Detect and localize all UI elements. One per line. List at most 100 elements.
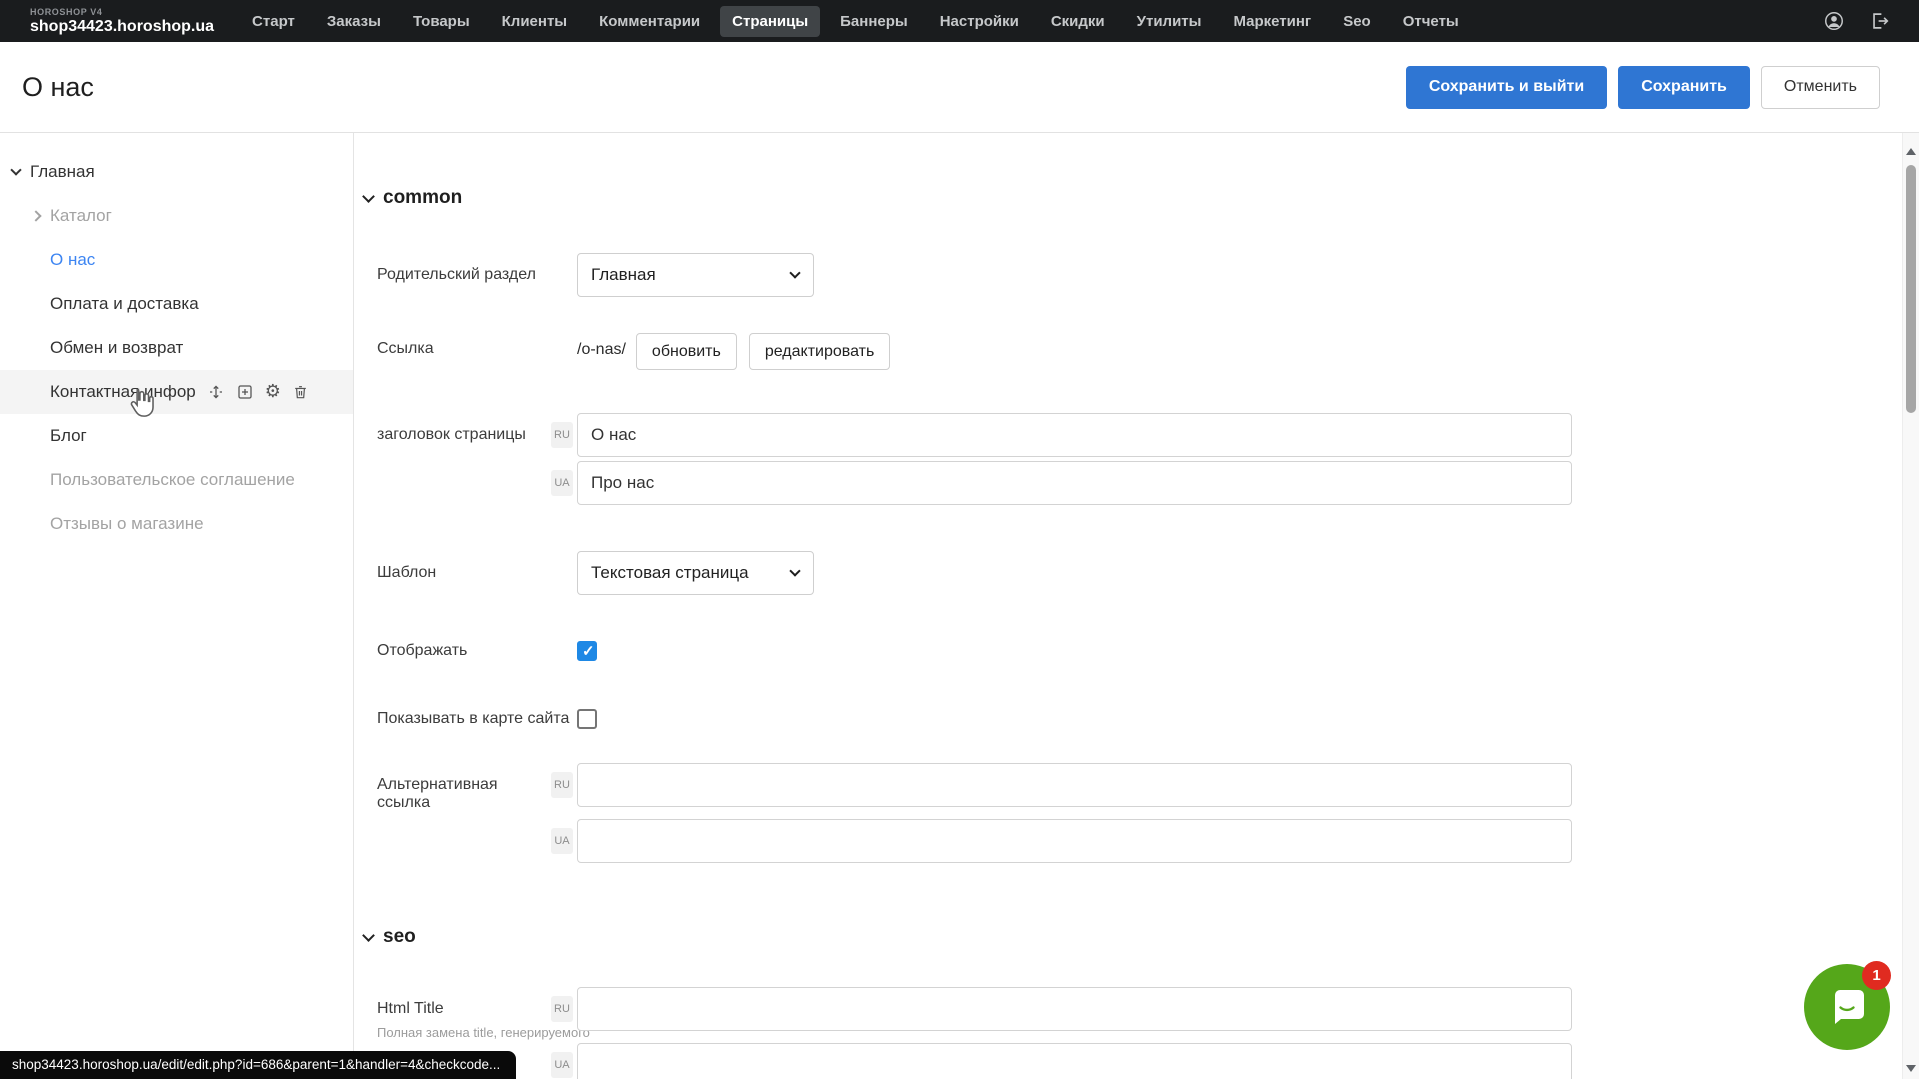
- nav-item-banners[interactable]: Баннеры: [828, 6, 920, 37]
- selected-value: Текстовая страница: [591, 563, 749, 583]
- tree-item-catalog[interactable]: Каталог: [0, 194, 353, 238]
- section-title: common: [383, 187, 462, 209]
- lang-badge-ru: RU: [551, 772, 573, 798]
- nav-item-marketing[interactable]: Маркетинг: [1221, 6, 1323, 37]
- brand-version: HOROSHOP V4: [30, 8, 214, 17]
- field-label: Ссылка: [377, 333, 577, 358]
- move-icon[interactable]: [207, 383, 225, 401]
- nav-item-comments[interactable]: Комментарии: [587, 6, 712, 37]
- nav-item-seo[interactable]: Seo: [1331, 6, 1383, 37]
- pages-tree-sidebar: Главная Каталог О нас Оплата и доставка …: [0, 133, 354, 1079]
- field-alt-link: Альтернативная ссылка RU UA: [377, 763, 1919, 863]
- tree-item-actions: ⚙: [207, 383, 309, 401]
- section-title: seo: [383, 926, 416, 948]
- hand-cursor-pointer: [126, 386, 156, 425]
- tree-item-label: Отзывы о магазине: [50, 514, 204, 534]
- tree-item-label: Каталог: [50, 206, 112, 226]
- main-menu: Старт Заказы Товары Клиенты Комментарии …: [240, 6, 1823, 37]
- tree-item-label: О нас: [50, 250, 95, 270]
- field-label: Альтернативная ссылка: [377, 763, 551, 812]
- refresh-link-button[interactable]: обновить: [636, 333, 737, 370]
- field-link: Ссылка /o-nas/ обновить редактировать: [377, 333, 1919, 370]
- chat-unread-badge: 1: [1862, 961, 1891, 990]
- lang-badge-ru: RU: [551, 422, 573, 448]
- page-title-ru-input[interactable]: [577, 413, 1572, 457]
- main-area: Главная Каталог О нас Оплата и доставка …: [0, 133, 1919, 1079]
- field-label: заголовок страницы: [377, 413, 551, 444]
- tree-item-user-agreement[interactable]: Пользовательское соглашение: [0, 458, 353, 502]
- parent-section-select[interactable]: Главная: [577, 253, 814, 297]
- nav-item-clients[interactable]: Клиенты: [490, 6, 579, 37]
- page-edit-form: common Родительский раздел Главная Ссылк…: [354, 133, 1919, 1079]
- chevron-down-icon[interactable]: [10, 164, 21, 175]
- lang-badge-ua: UA: [551, 828, 573, 854]
- alt-link-ua-input[interactable]: [577, 819, 1572, 863]
- top-navigation: HOROSHOP V4 shop34423.horoshop.ua Старт …: [0, 0, 1919, 42]
- tree-item-exchange-return[interactable]: Обмен и возврат: [0, 326, 353, 370]
- link-status-tooltip: shop34423.horoshop.ua/edit/edit.php?id=6…: [0, 1051, 516, 1079]
- section-seo-header[interactable]: seo: [364, 925, 1919, 949]
- template-select[interactable]: Текстовая страница: [577, 551, 814, 595]
- cancel-button[interactable]: Отменить: [1761, 66, 1880, 109]
- scroll-down-arrow-icon[interactable]: [1906, 1065, 1916, 1072]
- field-parent-section: Родительский раздел Главная: [377, 253, 1919, 297]
- field-label: Html Title: [377, 1000, 551, 1018]
- html-title-ua-input[interactable]: [577, 1043, 1572, 1079]
- alt-link-ru-input[interactable]: [577, 763, 1572, 807]
- nav-item-reports[interactable]: Отчеты: [1391, 6, 1471, 37]
- page-title: О нас: [22, 72, 94, 103]
- tree-item-about[interactable]: О нас: [0, 238, 353, 282]
- nav-item-settings[interactable]: Настройки: [928, 6, 1031, 37]
- lang-badge-ru: RU: [551, 996, 573, 1022]
- account-icon[interactable]: [1823, 10, 1845, 32]
- trash-icon[interactable]: [292, 383, 309, 401]
- nav-item-utilities[interactable]: Утилиты: [1125, 6, 1214, 37]
- tree-item-label: Блог: [50, 426, 87, 446]
- field-html-title: Html Title Полная замена title, генериру…: [377, 987, 1919, 1079]
- chevron-down-icon: [362, 190, 375, 203]
- tree-item-label: Контактная инфор: [50, 382, 196, 402]
- html-title-ru-input[interactable]: [577, 987, 1572, 1031]
- tree-item-label: Обмен и возврат: [50, 338, 183, 358]
- tree-item-label: Главная: [30, 162, 95, 182]
- tree-item-label: Оплата и доставка: [50, 294, 199, 314]
- nav-item-products[interactable]: Товары: [401, 6, 482, 37]
- section-common-header[interactable]: common: [364, 186, 1919, 210]
- chevron-down-icon: [362, 929, 375, 942]
- field-label: Шаблон: [377, 551, 577, 582]
- nav-item-orders[interactable]: Заказы: [315, 6, 393, 37]
- field-label: Родительский раздел: [377, 253, 577, 284]
- nav-item-pages[interactable]: Страницы: [720, 6, 820, 37]
- add-icon[interactable]: [236, 383, 254, 401]
- chat-bubble-icon: [1823, 981, 1871, 1034]
- nav-item-discounts[interactable]: Скидки: [1039, 6, 1117, 37]
- vertical-scrollbar[interactable]: [1902, 133, 1919, 1079]
- nav-item-start[interactable]: Старт: [240, 6, 307, 37]
- scrollbar-thumb[interactable]: [1906, 165, 1916, 413]
- tree-item-payment-delivery[interactable]: Оплата и доставка: [0, 282, 353, 326]
- tree-item-home[interactable]: Главная: [0, 150, 353, 194]
- tree-item-store-reviews[interactable]: Отзывы о магазине: [0, 502, 353, 546]
- logout-icon[interactable]: [1869, 10, 1891, 32]
- chat-launcher-button[interactable]: 1: [1804, 964, 1890, 1050]
- brand-logo: HOROSHOP V4 shop34423.horoshop.ua: [30, 8, 214, 35]
- save-and-exit-button[interactable]: Сохранить и выйти: [1406, 66, 1607, 109]
- gear-icon[interactable]: ⚙: [265, 383, 281, 401]
- field-label: Отображать: [377, 642, 577, 660]
- selected-value: Главная: [591, 265, 656, 285]
- sitemap-checkbox[interactable]: [577, 709, 597, 729]
- chevron-right-icon[interactable]: [30, 210, 41, 221]
- display-checkbox[interactable]: [577, 641, 597, 661]
- tree-item-contact-info[interactable]: Контактная инфор ⚙: [0, 370, 353, 414]
- page-title-ua-input[interactable]: [577, 461, 1572, 505]
- save-button[interactable]: Сохранить: [1618, 66, 1750, 109]
- link-path-value: /o-nas/: [577, 333, 626, 359]
- lang-badge-ua: UA: [551, 470, 573, 496]
- field-label: Показывать в карте сайта: [377, 710, 577, 728]
- edit-link-button[interactable]: редактировать: [749, 333, 890, 370]
- field-display: Отображать: [377, 641, 1919, 661]
- scroll-up-arrow-icon[interactable]: [1906, 148, 1916, 155]
- chevron-down-icon: [789, 267, 800, 278]
- page-header: О нас Сохранить и выйти Сохранить Отмени…: [0, 42, 1919, 133]
- tree-item-blog[interactable]: Блог: [0, 414, 353, 458]
